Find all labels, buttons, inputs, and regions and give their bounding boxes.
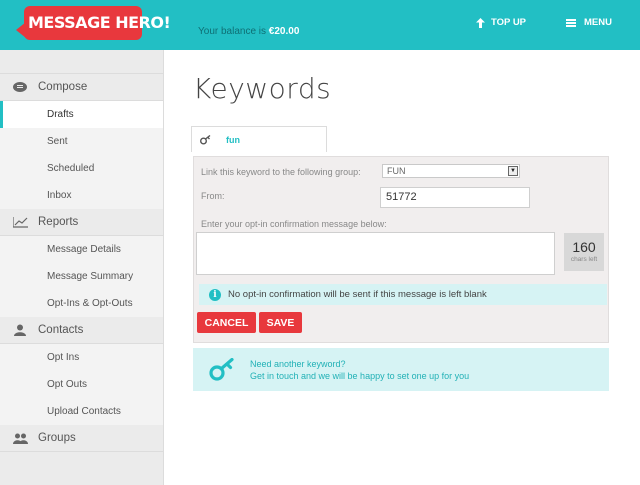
keyword-settings-panel: Link this keyword to the following group… bbox=[193, 156, 609, 343]
top-up-label: TOP UP bbox=[491, 17, 527, 28]
menu-label: MENU bbox=[584, 17, 612, 28]
from-field[interactable]: 51772 bbox=[380, 187, 530, 208]
sidebar-item-drafts[interactable]: Drafts bbox=[0, 101, 163, 128]
chart-icon bbox=[12, 216, 28, 228]
balance-value: €20.00 bbox=[268, 26, 300, 37]
group-select[interactable]: FUN ▼ bbox=[382, 164, 520, 178]
blank-message-notice: i No opt-in confirmation will be sent if… bbox=[199, 284, 607, 305]
sidebar-section-contacts[interactable]: Contacts bbox=[0, 317, 163, 344]
save-button[interactable]: SAVE bbox=[259, 312, 302, 333]
arrow-up-icon bbox=[476, 17, 485, 28]
people-icon bbox=[12, 432, 28, 444]
sidebar-section-reports[interactable]: Reports bbox=[0, 209, 163, 236]
info-icon: i bbox=[209, 288, 221, 301]
person-icon bbox=[12, 324, 28, 336]
sidebar-section-label: Contacts bbox=[38, 324, 84, 336]
sidebar-item-message-summary[interactable]: Message Summary bbox=[0, 263, 163, 290]
cancel-button[interactable]: CANCEL bbox=[197, 312, 256, 333]
keyword-name: fun bbox=[226, 134, 240, 145]
group-label: Link this keyword to the following group… bbox=[201, 167, 361, 177]
sidebar-section-groups[interactable]: Groups bbox=[0, 425, 163, 452]
group-select-value: FUN bbox=[387, 166, 406, 176]
keyword-tab[interactable]: fun bbox=[191, 126, 327, 152]
sidebar-item-opt-outs[interactable]: Opt Outs bbox=[0, 371, 163, 398]
chat-bubble-icon bbox=[12, 81, 28, 93]
logo[interactable]: MESSAGE HERO! bbox=[16, 4, 171, 40]
sidebar-spacer bbox=[0, 50, 163, 74]
balance-label: Your balance is bbox=[198, 26, 267, 37]
sidebar-section-label: Reports bbox=[38, 216, 79, 228]
help-text: Need another keyword? Get in touch and w… bbox=[250, 358, 469, 382]
sidebar-item-opt-ins-opt-outs[interactable]: Opt-Ins & Opt-Outs bbox=[0, 290, 163, 317]
sidebar-section-label: Groups bbox=[38, 432, 76, 444]
message-label: Enter your opt-in confirmation message b… bbox=[201, 219, 387, 229]
balance: Your balance is €20.00 bbox=[198, 26, 299, 37]
confirmation-message-textarea[interactable] bbox=[196, 232, 555, 275]
sidebar-item-inbox[interactable]: Inbox bbox=[0, 182, 163, 209]
dropdown-arrow-icon: ▼ bbox=[508, 166, 518, 176]
chars-left-label: chars left bbox=[570, 256, 598, 263]
sidebar-item-upload-contacts[interactable]: Upload Contacts bbox=[0, 398, 163, 425]
sidebar-item-sent[interactable]: Sent bbox=[0, 128, 163, 155]
sidebar-section-compose[interactable]: Compose bbox=[0, 74, 163, 101]
key-icon bbox=[209, 358, 234, 381]
page-title: Keywords bbox=[193, 72, 332, 105]
logo-text: MESSAGE HERO! bbox=[28, 13, 171, 32]
menu-button[interactable]: MENU bbox=[566, 17, 612, 28]
help-line-1[interactable]: Need another keyword? bbox=[250, 358, 469, 370]
hamburger-icon bbox=[566, 18, 576, 27]
sidebar-item-scheduled[interactable]: Scheduled bbox=[0, 155, 163, 182]
sidebar-item-opt-ins[interactable]: Opt Ins bbox=[0, 344, 163, 371]
sidebar-section-label: Compose bbox=[38, 81, 88, 93]
top-bar: MESSAGE HERO! Your balance is €20.00 TOP… bbox=[0, 0, 640, 50]
sidebar: Compose Drafts Sent Scheduled Inbox Repo… bbox=[0, 50, 164, 485]
chars-left-counter: 160 chars left bbox=[564, 233, 604, 271]
key-icon bbox=[200, 134, 211, 144]
top-up-button[interactable]: TOP UP bbox=[476, 17, 526, 28]
help-banner: Need another keyword? Get in touch and w… bbox=[193, 348, 609, 391]
sidebar-item-message-details[interactable]: Message Details bbox=[0, 236, 163, 263]
help-line-2[interactable]: Get in touch and we will be happy to set… bbox=[250, 370, 469, 382]
notice-text: No opt-in confirmation will be sent if t… bbox=[228, 289, 487, 300]
chars-left-value: 160 bbox=[572, 239, 596, 255]
from-label: From: bbox=[201, 191, 225, 201]
